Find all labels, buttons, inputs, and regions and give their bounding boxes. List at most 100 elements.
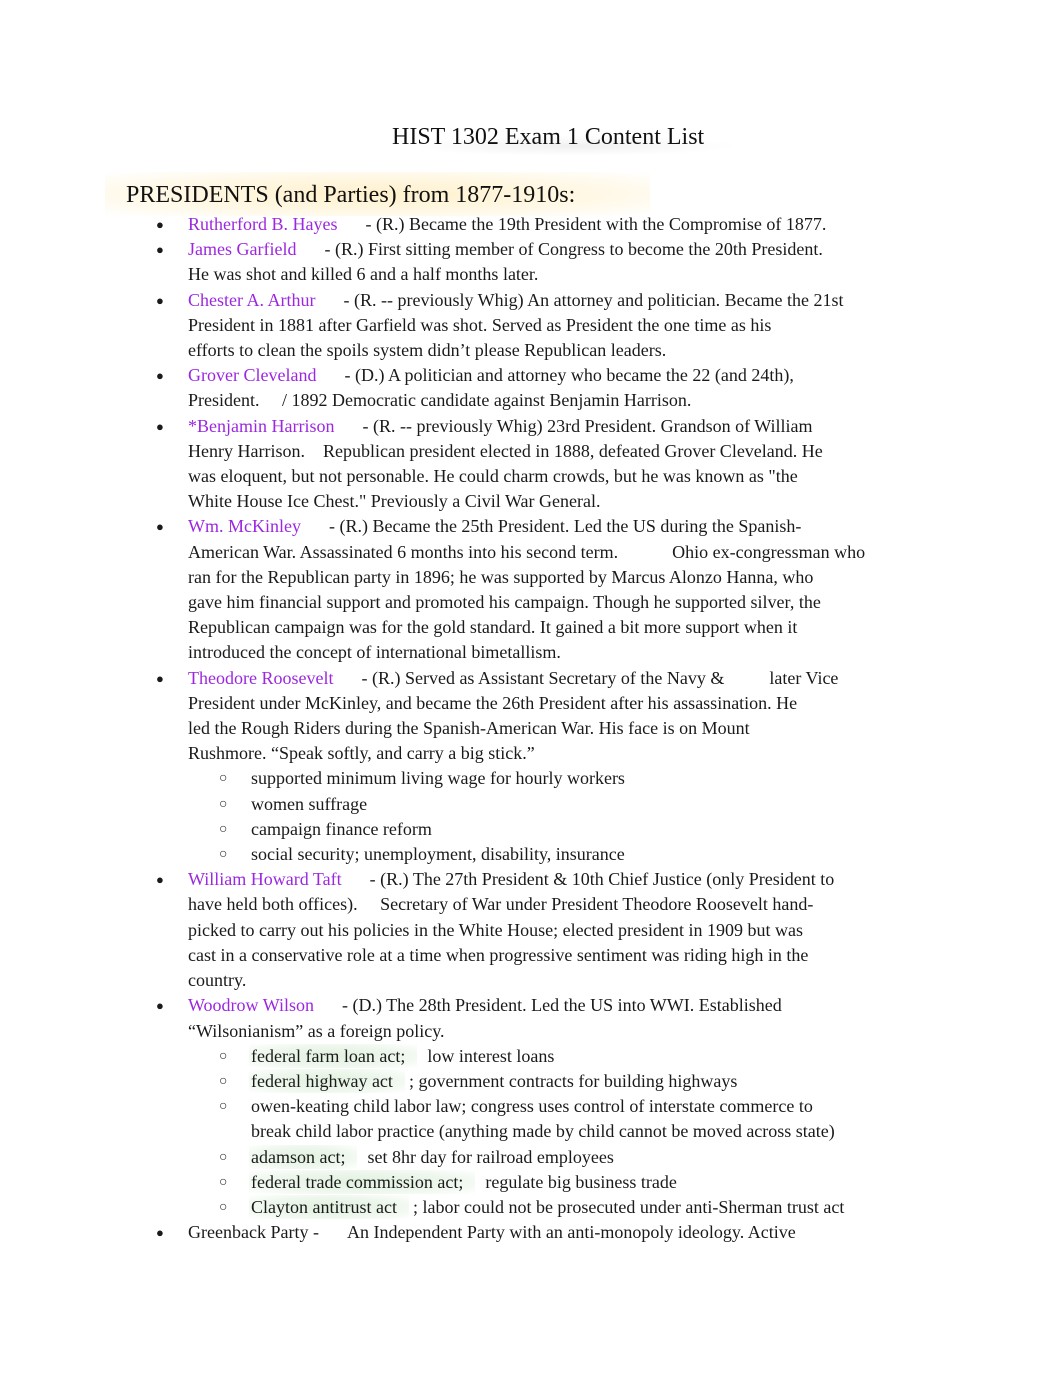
list-item: ● Rutherford B. Hayes - (R.) Became the 19…: [0, 212, 918, 237]
sub-list-item: ○ social security; unemployment, disabili…: [188, 842, 891, 867]
president-name: Wm. McKinley: [188, 516, 301, 537]
sub-item-text: ; government contracts for building high…: [408, 1070, 738, 1091]
list-item: ● Woodrow Wilson - (D.) The 28th President…: [0, 993, 918, 1220]
bullet-icon: ●: [156, 1225, 164, 1241]
list-item: ● *Benjamin Harrison - (R. -- previously W…: [0, 414, 918, 515]
bullet-icon: ●: [156, 242, 164, 258]
bullet-icon: ●: [156, 998, 164, 1014]
sub-list-item: ○ federal trade commission act; regulate b…: [188, 1169, 891, 1195]
description-line: He was shot and killed 6 and a half mont…: [188, 264, 539, 285]
bullet-icon: ●: [156, 292, 164, 308]
description-line: cast in a conservative role at a time wh…: [188, 944, 809, 965]
sub-item-text: regulate big business trade: [485, 1171, 677, 1192]
description-line: President. / 1892 Democratic candidate a…: [188, 390, 692, 411]
description-line: have held both offices). Secretary of Wa…: [188, 894, 814, 915]
circle-bullet-icon: ○: [219, 771, 228, 787]
sub-list-item: ○ federal highway act; government contrac…: [188, 1068, 891, 1094]
circle-bullet-icon: ○: [219, 1048, 228, 1064]
president-name: William Howard Taft: [188, 869, 342, 890]
description-line: - (R. -- previously Whig) An attorney an…: [343, 289, 844, 310]
description-line: gave him financial support and promoted …: [188, 592, 821, 613]
description-line: ran for the Republican party in 1896; he…: [188, 566, 814, 587]
document-title: HIST 1302 Exam 1 Content List: [392, 124, 705, 150]
circle-bullet-icon: ○: [219, 1099, 228, 1115]
bullet-icon: ●: [156, 368, 164, 384]
circle-bullet-icon: ○: [219, 847, 228, 863]
description-line: Rushmore. “Speak softly, and carry a big…: [188, 743, 535, 764]
sub-item-text: women suffrage: [251, 793, 368, 814]
highlighted-term: Clayton antitrust act: [249, 1194, 409, 1219]
document-page: HIST 1302 Exam 1 Content List PRESIDENTS…: [0, 0, 1062, 1377]
description-line: President in 1881 after Garfield was sho…: [188, 314, 772, 335]
description-line: was eloquent, but not personable. He cou…: [188, 466, 798, 487]
party-name: Greenback Party -: [188, 1222, 319, 1243]
description-line: country.: [188, 970, 247, 991]
list-item: ● James Garfield - (R.) First sitting memb…: [0, 237, 918, 287]
sub-item-text: owen-keating child labor law; congress u…: [251, 1096, 813, 1117]
description-line: “Wilsonianism” as a foreign policy.: [188, 1020, 445, 1041]
sub-list-item: ○ adamson act; set 8hr day for railroad em…: [188, 1144, 891, 1170]
list-item: ● Grover Cleveland - (D.) A politician and…: [0, 363, 918, 413]
sub-item-text: supported minimum living wage for hourly…: [251, 768, 625, 789]
description-line: efforts to clean the spoils system didn’…: [188, 340, 667, 361]
description-line: - (R.) Became the 25th President. Led th…: [328, 516, 802, 537]
highlighted-term: federal highway act: [249, 1068, 405, 1093]
description-line: - (D.) The 28th President. Led the US in…: [342, 995, 782, 1016]
presidents-list: ● Rutherford B. Hayes - (R.) Became the 19…: [0, 212, 1062, 1245]
sub-list-item: ○ supported minimum living wage for hourl…: [188, 766, 891, 791]
description-line: introduced the concept of international …: [188, 642, 561, 663]
description-line: - (R.) First sitting member of Congress …: [324, 239, 823, 260]
bullet-icon: ●: [156, 670, 164, 686]
description-line: Republican campaign was for the gold sta…: [188, 617, 798, 638]
highlighted-term: adamson act;: [249, 1144, 358, 1169]
description-line: led the Rough Riders during the Spanish-…: [188, 718, 750, 739]
description-line: - (D.) A politician and attorney who bec…: [344, 365, 794, 386]
sub-item-text: campaign finance reform: [251, 818, 432, 839]
circle-bullet-icon: ○: [219, 821, 228, 837]
description-line: Henry Harrison. Republican president ele…: [188, 440, 823, 461]
description-line: American War. Assassinated 6 months into…: [188, 541, 866, 562]
description-line: - (R.) Served as Assistant Secretary of …: [361, 667, 839, 688]
president-name: *Benjamin Harrison: [188, 415, 335, 436]
sub-list-item: ○ campaign finance reform: [188, 817, 891, 842]
sub-list-item: ○ Clayton antitrust act; labor could not …: [188, 1194, 891, 1220]
list-item: ● Wm. McKinley - (R.) Became the 25th Pres…: [0, 514, 918, 665]
highlighted-term: federal farm loan act;: [249, 1043, 418, 1068]
president-name: Chester A. Arthur: [188, 289, 316, 310]
president-name: James Garfield: [188, 239, 297, 260]
sub-list: ○ supported minimum living wage for hourl…: [188, 766, 918, 867]
sub-list-item: ○ women suffrage: [188, 792, 891, 817]
sub-list-item: ○ federal farm loan act; low interest loan…: [188, 1043, 891, 1069]
bullet-icon: ●: [156, 872, 164, 888]
description-line: - (R.) The 27th President & 10th Chief J…: [369, 869, 835, 890]
sub-item-text: low interest loans: [427, 1045, 555, 1066]
sub-item-text: break child labor practice (anything mad…: [251, 1121, 835, 1142]
list-item: ● Chester A. Arthur - (R. -- previously Wh…: [0, 288, 918, 364]
description-line: picked to carry out his policies in the …: [188, 919, 804, 940]
highlighted-term: federal trade commission act;: [249, 1169, 476, 1194]
sub-list-item: ○ owen-keating child labor law; congress …: [188, 1094, 891, 1144]
list-item: ● Theodore Roosevelt - (R.) Served as Assi…: [0, 666, 918, 868]
description-line: President under McKinley, and became the…: [188, 692, 798, 713]
circle-bullet-icon: ○: [219, 1073, 228, 1089]
president-name: Grover Cleveland: [188, 365, 317, 386]
description-line: An Independent Party with an anti-monopo…: [346, 1222, 796, 1243]
sub-item-text: set 8hr day for railroad employees: [367, 1146, 614, 1167]
bullet-icon: ●: [156, 418, 164, 434]
president-name: Theodore Roosevelt: [188, 667, 334, 688]
circle-bullet-icon: ○: [219, 1174, 228, 1190]
president-name: Rutherford B. Hayes: [188, 214, 338, 234]
description-line: White House Ice Chest." Previously a Civ…: [188, 491, 601, 512]
circle-bullet-icon: ○: [219, 796, 228, 812]
president-name: Woodrow Wilson: [188, 995, 314, 1016]
bullet-icon: ●: [156, 217, 164, 232]
description-line: - (R.) Became the 19th President with th…: [365, 214, 827, 234]
list-item: ● William Howard Taft - (R.) The 27th Pres…: [0, 867, 918, 993]
sub-item-text: social security; unemployment, disabilit…: [251, 844, 625, 865]
bullet-icon: ●: [156, 519, 164, 535]
section-heading: PRESIDENTS (and Parties) from 1877-1910s…: [126, 182, 576, 208]
sub-list: ○ federal farm loan act; low interest loan…: [188, 1043, 918, 1220]
list-item: ● Greenback Party - An Independent Party w…: [0, 1220, 918, 1245]
description-line: - (R. -- previously Whig) 23rd President…: [362, 415, 813, 436]
sub-item-text: ; labor could not be prosecuted under an…: [412, 1196, 845, 1217]
